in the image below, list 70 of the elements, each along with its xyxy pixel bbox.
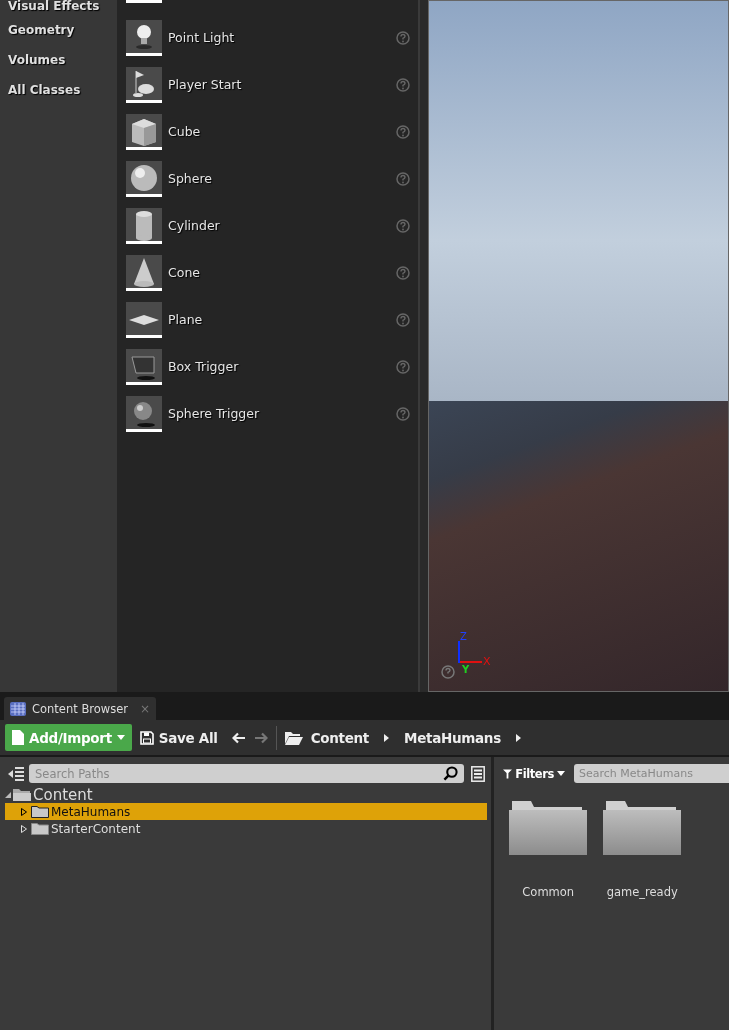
- search-paths-field[interactable]: Search Paths: [29, 764, 465, 783]
- folder-icon[interactable]: [603, 799, 682, 855]
- tree-item[interactable]: MetaHumans: [5, 803, 488, 820]
- axis-label: Z: [460, 631, 467, 642]
- help-icon[interactable]: [396, 312, 410, 327]
- actor-item-label[interactable]: Cone: [168, 265, 396, 280]
- help-icon[interactable]: [441, 665, 455, 679]
- cube-icon: [126, 113, 162, 150]
- filter-icon: [503, 768, 513, 779]
- help-icon[interactable]: [396, 171, 410, 186]
- tree-item[interactable]: StarterContent: [5, 820, 488, 837]
- filters-button[interactable]: Filters: [503, 766, 565, 781]
- actor-item-label[interactable]: Cylinder: [168, 218, 396, 233]
- folder-name[interactable]: game_ready: [606, 885, 678, 899]
- lightbulb-icon: [126, 19, 162, 56]
- x-axis-line: [460, 661, 482, 663]
- category-item[interactable]: All Classes: [0, 75, 117, 105]
- expander-icon[interactable]: [21, 807, 27, 816]
- cone-icon: [126, 254, 162, 291]
- view-options-icon[interactable]: [471, 765, 486, 782]
- forward-arrow-icon[interactable]: [253, 731, 268, 744]
- help-icon[interactable]: [396, 406, 410, 421]
- caret-icon: [557, 771, 565, 776]
- save-all-button[interactable]: Save All: [133, 728, 224, 747]
- help-icon[interactable]: [396, 77, 410, 92]
- tree-item[interactable]: Content: [0, 786, 488, 803]
- z-axis-line: [458, 641, 460, 663]
- expander-icon[interactable]: [5, 791, 11, 798]
- folder-icon: [31, 822, 49, 835]
- flag-icon: [126, 66, 162, 103]
- plane-icon: [126, 301, 162, 338]
- help-icon[interactable]: [396, 30, 410, 45]
- actor-item-label[interactable]: Plane: [168, 312, 396, 327]
- category-item[interactable]: Geometry: [0, 15, 117, 45]
- breadcrumb-link[interactable]: Content: [310, 729, 370, 746]
- actor-item-label[interactable]: Box Trigger: [168, 359, 396, 374]
- search-icon: [443, 766, 459, 781]
- caret-icon: [116, 735, 125, 740]
- category-item[interactable]: Volumes: [0, 45, 117, 75]
- help-icon[interactable]: [396, 359, 410, 374]
- save-icon: [139, 730, 154, 745]
- actor-item-label[interactable]: Sphere Trigger: [168, 406, 396, 421]
- box-trigger-icon: [126, 348, 162, 385]
- help-icon[interactable]: [396, 218, 410, 233]
- document-icon: [12, 730, 24, 745]
- actor-item-label[interactable]: Cube: [168, 124, 396, 139]
- tab-title: Content Browser: [32, 701, 128, 716]
- folder-icon: [284, 730, 303, 745]
- back-arrow-icon[interactable]: [231, 731, 246, 744]
- folder-icon: [31, 805, 49, 818]
- tree-toggle-icon[interactable]: [8, 766, 24, 781]
- grid-icon: [10, 701, 26, 716]
- chevron-icon[interactable]: [384, 733, 390, 742]
- folder-name[interactable]: Common: [522, 885, 575, 899]
- content-browser-tab[interactable]: Content Browser ×: [4, 697, 157, 720]
- folder-icon[interactable]: [509, 799, 588, 855]
- cylinder-icon: [126, 207, 162, 244]
- category-item[interactable]: Visual Effects: [0, 0, 117, 15]
- axis-label: X: [483, 655, 491, 668]
- breadcrumb-link[interactable]: MetaHumans: [404, 729, 501, 746]
- chevron-icon[interactable]: [515, 733, 521, 742]
- help-icon[interactable]: [396, 265, 410, 280]
- help-icon[interactable]: [396, 124, 410, 139]
- actor-item-label[interactable]: Point Light: [168, 30, 396, 45]
- actor-item-label[interactable]: Sphere: [168, 171, 396, 186]
- axis-label: Y: [462, 664, 470, 675]
- search-assets-field[interactable]: Search MetaHumans: [574, 764, 729, 783]
- actor-item-label[interactable]: Player Start: [168, 77, 396, 92]
- folder-icon: [13, 788, 31, 801]
- sphere-trigger-icon: [126, 395, 162, 432]
